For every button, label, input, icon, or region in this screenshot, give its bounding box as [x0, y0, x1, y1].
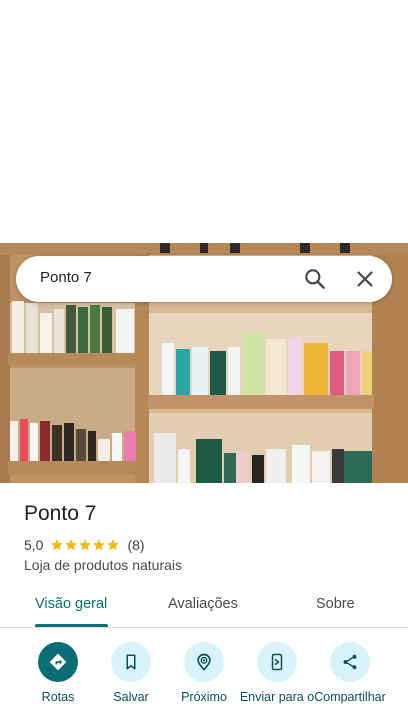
- star-icon: [107, 539, 120, 551]
- search-input[interactable]: Ponto 7: [40, 269, 92, 286]
- star-icon: [93, 539, 106, 551]
- tab-bar: Visão geral Avaliações Sobre: [0, 584, 408, 628]
- action-bar: Rotas Salvar Próximo Enviar para o Compa…: [0, 640, 408, 726]
- review-count[interactable]: (8): [127, 537, 144, 553]
- nearby-icon: [184, 642, 224, 682]
- directions-button[interactable]: Rotas: [20, 640, 96, 704]
- bookmark-icon: [111, 642, 151, 682]
- search-bar[interactable]: Ponto 7: [16, 256, 392, 302]
- place-title: Ponto 7: [24, 502, 97, 525]
- rating-row[interactable]: 5,0 (8): [24, 536, 145, 554]
- tab-reviews[interactable]: Avaliações: [168, 596, 238, 612]
- nearby-button[interactable]: Próximo: [166, 640, 242, 704]
- rating-value: 5,0: [24, 537, 44, 553]
- save-label: Salvar: [113, 690, 149, 704]
- tab-about[interactable]: Sobre: [316, 596, 355, 612]
- share-button[interactable]: Compartilhar: [312, 640, 388, 704]
- send-to-phone-label: Enviar para o: [239, 690, 315, 704]
- send-to-phone-button[interactable]: Enviar para o: [239, 640, 315, 704]
- place-category[interactable]: Loja de produtos naturais: [24, 557, 182, 573]
- star-icon: [79, 539, 92, 551]
- save-button[interactable]: Salvar: [93, 640, 169, 704]
- share-icon: [330, 642, 370, 682]
- active-tab-indicator: [35, 624, 108, 627]
- blank-map-area: [0, 0, 408, 243]
- tab-overview[interactable]: Visão geral: [35, 596, 107, 612]
- search-icon[interactable]: [302, 266, 328, 292]
- star-rating: [50, 538, 120, 552]
- nearby-label: Próximo: [181, 690, 227, 704]
- share-label: Compartilhar: [314, 690, 386, 704]
- close-icon[interactable]: [352, 266, 378, 292]
- directions-icon: [38, 642, 78, 682]
- star-icon: [51, 539, 64, 551]
- send-to-phone-icon: [257, 642, 297, 682]
- star-icon: [65, 539, 78, 551]
- directions-label: Rotas: [41, 690, 75, 704]
